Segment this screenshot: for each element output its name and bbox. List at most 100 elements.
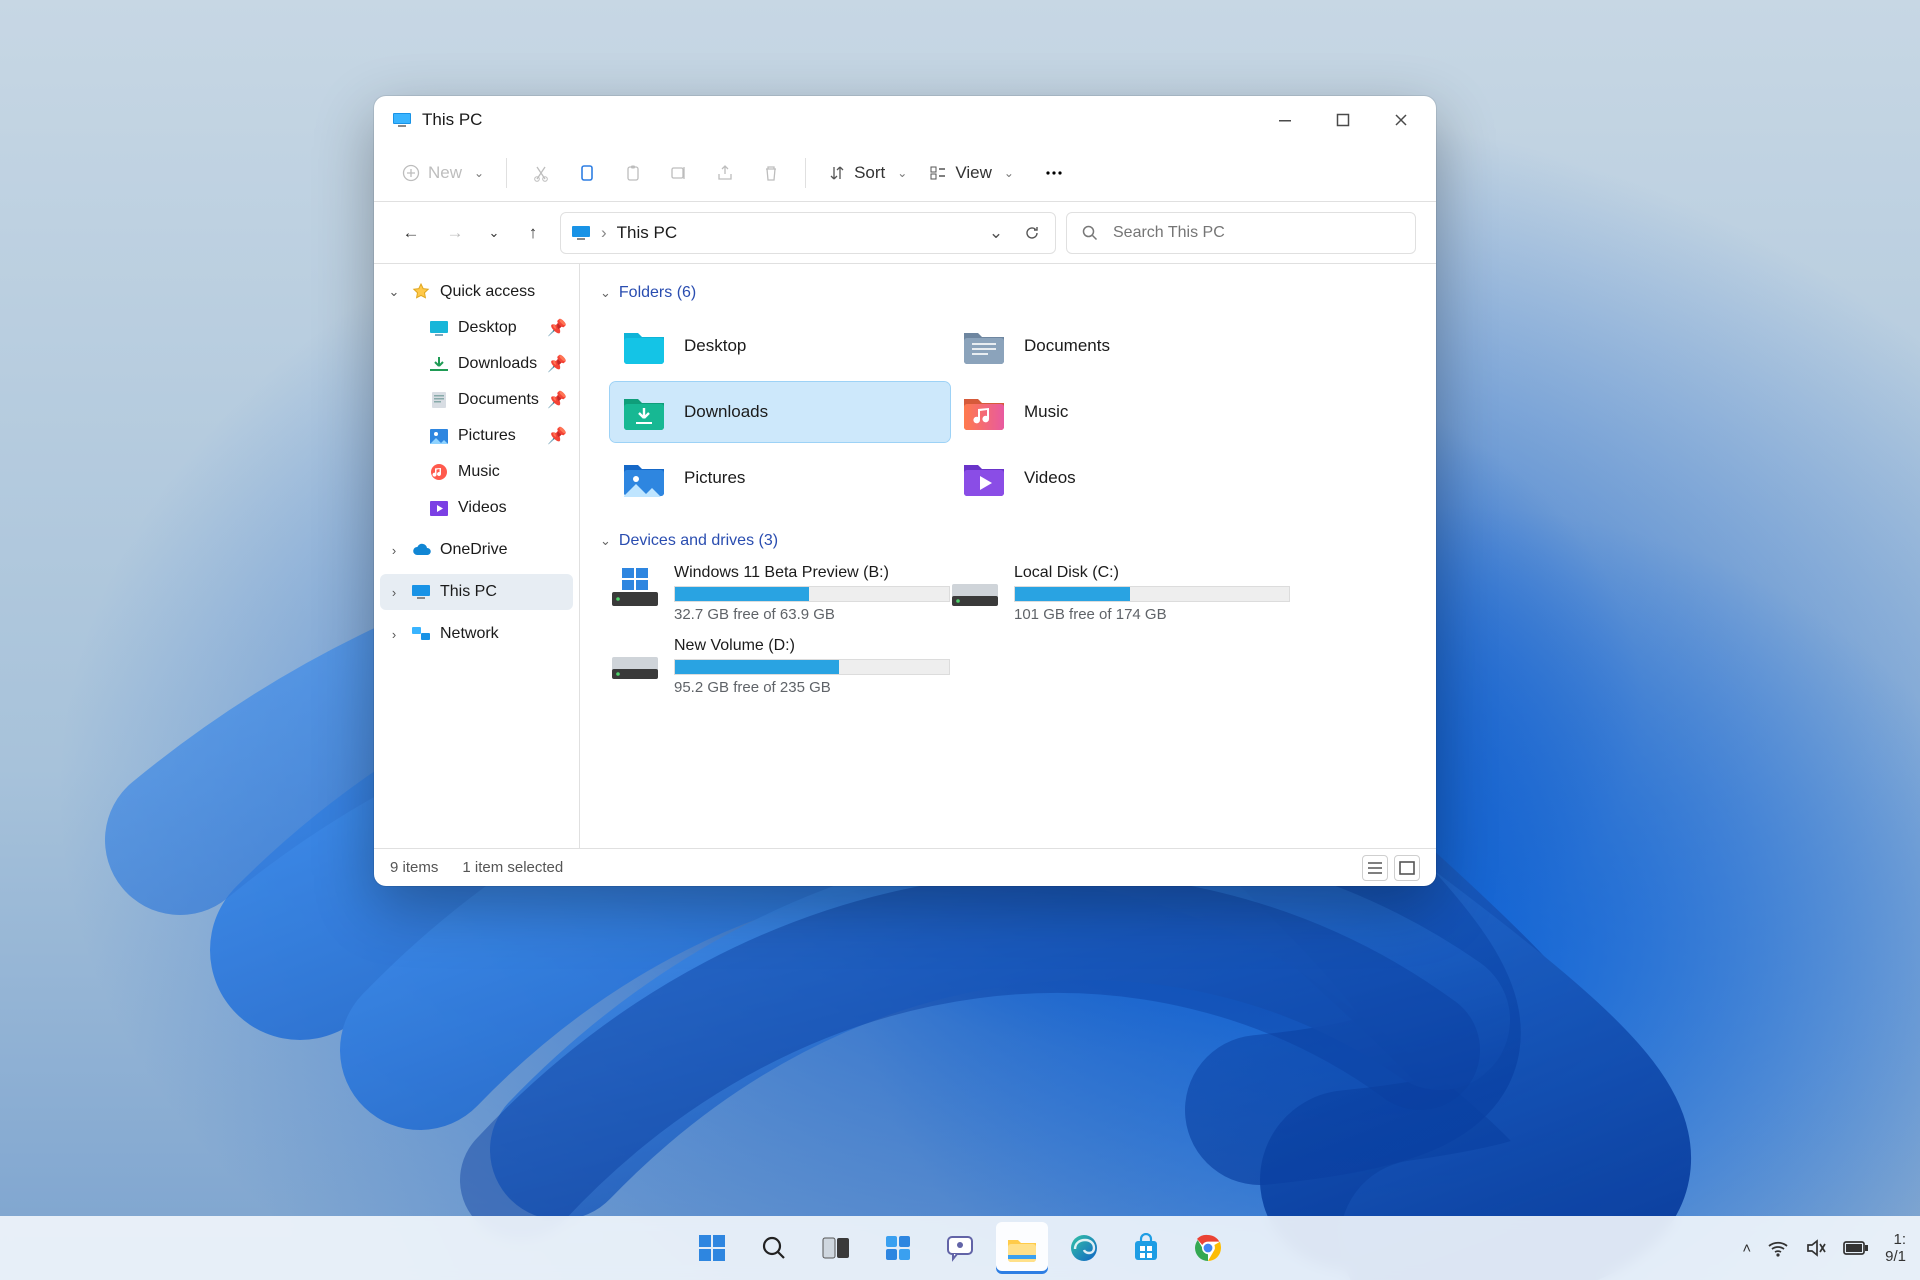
chevron-down-icon: ⌄ xyxy=(897,166,907,180)
view-menu[interactable]: View ⌄ xyxy=(921,153,1022,193)
task-view-button[interactable] xyxy=(810,1222,862,1274)
documents-folder-icon xyxy=(962,326,1006,366)
toolbar: New ⌄ Sort ⌄ View ⌄ xyxy=(374,144,1436,202)
chevron-right-icon[interactable]: › xyxy=(386,627,402,642)
up-button[interactable]: ↑ xyxy=(516,213,550,253)
pictures-icon xyxy=(428,429,450,444)
close-button[interactable] xyxy=(1372,96,1430,144)
chrome-button[interactable] xyxy=(1182,1222,1234,1274)
sidebar-item-music[interactable]: Music xyxy=(398,454,573,490)
sidebar-item-label: Pictures xyxy=(458,427,516,445)
videos-folder-icon xyxy=(962,458,1006,498)
folder-music[interactable]: Music xyxy=(950,382,1290,442)
drive-usage-bar xyxy=(1014,586,1290,602)
share-button[interactable] xyxy=(705,153,745,193)
music-icon xyxy=(428,463,450,481)
volume-icon[interactable] xyxy=(1805,1238,1827,1258)
desktop-folder-icon xyxy=(622,326,666,366)
folders-section-header[interactable]: ⌄Folders (6) xyxy=(600,278,1416,308)
taskbar-clock[interactable]: 1:9/1 xyxy=(1885,1231,1906,1266)
titlebar[interactable]: This PC xyxy=(374,96,1436,144)
more-button[interactable] xyxy=(1034,153,1074,193)
search-box[interactable] xyxy=(1066,212,1416,254)
drive-c[interactable]: Local Disk (C:)101 GB free of 174 GB xyxy=(950,564,1290,623)
sidebar-item-desktop[interactable]: Desktop📌 xyxy=(398,310,573,346)
sidebar-quick-access[interactable]: ⌄ Quick access xyxy=(380,274,573,310)
folder-videos[interactable]: Videos xyxy=(950,448,1290,508)
sidebar-item-videos[interactable]: Videos xyxy=(398,490,573,526)
sidebar-item-documents[interactable]: Documents📌 xyxy=(398,382,573,418)
breadcrumb-root[interactable]: This PC xyxy=(617,223,677,243)
back-button[interactable]: ← xyxy=(394,213,428,253)
drive-b[interactable]: Windows 11 Beta Preview (B:)32.7 GB free… xyxy=(610,564,950,623)
search-input[interactable] xyxy=(1111,223,1401,243)
drive-d[interactable]: New Volume (D:)95.2 GB free of 235 GB xyxy=(610,637,950,696)
store-button[interactable] xyxy=(1120,1222,1172,1274)
wifi-icon[interactable] xyxy=(1767,1239,1789,1257)
drive-usage-bar xyxy=(674,659,950,675)
new-label: New xyxy=(428,163,462,183)
chevron-down-icon: ⌄ xyxy=(600,285,611,301)
recent-menu[interactable]: ⌄ xyxy=(482,213,506,253)
sidebar-item-downloads[interactable]: Downloads📌 xyxy=(398,346,573,382)
pc-icon xyxy=(410,584,432,600)
sidebar-item-label: Downloads xyxy=(458,355,537,373)
details-view-button[interactable] xyxy=(1362,855,1388,881)
pin-icon: 📌 xyxy=(547,426,567,446)
chevron-down-icon[interactable]: ⌄ xyxy=(386,284,402,300)
statusbar: 9 items 1 item selected xyxy=(374,848,1436,886)
paste-button[interactable] xyxy=(613,153,653,193)
pin-icon: 📌 xyxy=(547,390,567,410)
maximize-button[interactable] xyxy=(1314,96,1372,144)
address-bar[interactable]: › This PC ⌄ xyxy=(560,212,1056,254)
drive-free-text: 101 GB free of 174 GB xyxy=(1014,606,1290,623)
minimize-button[interactable] xyxy=(1256,96,1314,144)
taskbar: ˄ 1:9/1 xyxy=(0,1216,1920,1280)
status-selected: 1 item selected xyxy=(462,859,563,876)
sort-label: Sort xyxy=(854,163,885,183)
folder-pictures[interactable]: Pictures xyxy=(610,448,950,508)
file-explorer-taskbar[interactable] xyxy=(996,1222,1048,1274)
cut-button[interactable] xyxy=(521,153,561,193)
chat-button[interactable] xyxy=(934,1222,986,1274)
chevron-down-icon[interactable]: ⌄ xyxy=(983,223,1009,243)
chevron-right-icon: › xyxy=(601,223,607,243)
sidebar-item-label: Music xyxy=(458,463,500,481)
refresh-button[interactable] xyxy=(1019,224,1045,242)
os-drive-icon xyxy=(610,564,660,608)
view-label: View xyxy=(955,163,992,183)
sidebar-this-pc[interactable]: ›This PC xyxy=(380,574,573,610)
start-button[interactable] xyxy=(686,1222,738,1274)
drives-section-header[interactable]: ⌄Devices and drives (3) xyxy=(600,526,1416,556)
sidebar-onedrive[interactable]: ›OneDrive xyxy=(380,532,573,568)
sidebar-item-label: Videos xyxy=(458,499,507,517)
forward-button[interactable]: → xyxy=(438,213,472,253)
sidebar-item-pictures[interactable]: Pictures 📌 xyxy=(398,418,573,454)
new-menu[interactable]: New ⌄ xyxy=(394,153,492,193)
copy-button[interactable] xyxy=(567,153,607,193)
folder-label: Desktop xyxy=(684,336,746,356)
tray-overflow-icon[interactable]: ˄ xyxy=(1742,1240,1751,1257)
chevron-down-icon: ⌄ xyxy=(600,533,611,549)
chevron-right-icon[interactable]: › xyxy=(386,585,402,600)
battery-icon[interactable] xyxy=(1843,1240,1869,1256)
edge-button[interactable] xyxy=(1058,1222,1110,1274)
videos-icon xyxy=(428,501,450,516)
music-folder-icon xyxy=(962,392,1006,432)
folder-documents[interactable]: Documents xyxy=(950,316,1290,376)
rename-button[interactable] xyxy=(659,153,699,193)
tiles-view-button[interactable] xyxy=(1394,855,1420,881)
star-icon xyxy=(410,283,432,301)
folder-downloads[interactable]: Downloads xyxy=(610,382,950,442)
downloads-folder-icon xyxy=(622,392,666,432)
folder-desktop[interactable]: Desktop xyxy=(610,316,950,376)
widgets-button[interactable] xyxy=(872,1222,924,1274)
pictures-folder-icon xyxy=(622,458,666,498)
chevron-right-icon[interactable]: › xyxy=(386,543,402,558)
pc-icon xyxy=(571,225,591,241)
sidebar-network[interactable]: ›Network xyxy=(380,616,573,652)
search-button[interactable] xyxy=(748,1222,800,1274)
delete-button[interactable] xyxy=(751,153,791,193)
sort-menu[interactable]: Sort ⌄ xyxy=(820,153,915,193)
system-tray[interactable]: ˄ 1:9/1 xyxy=(1742,1216,1906,1280)
